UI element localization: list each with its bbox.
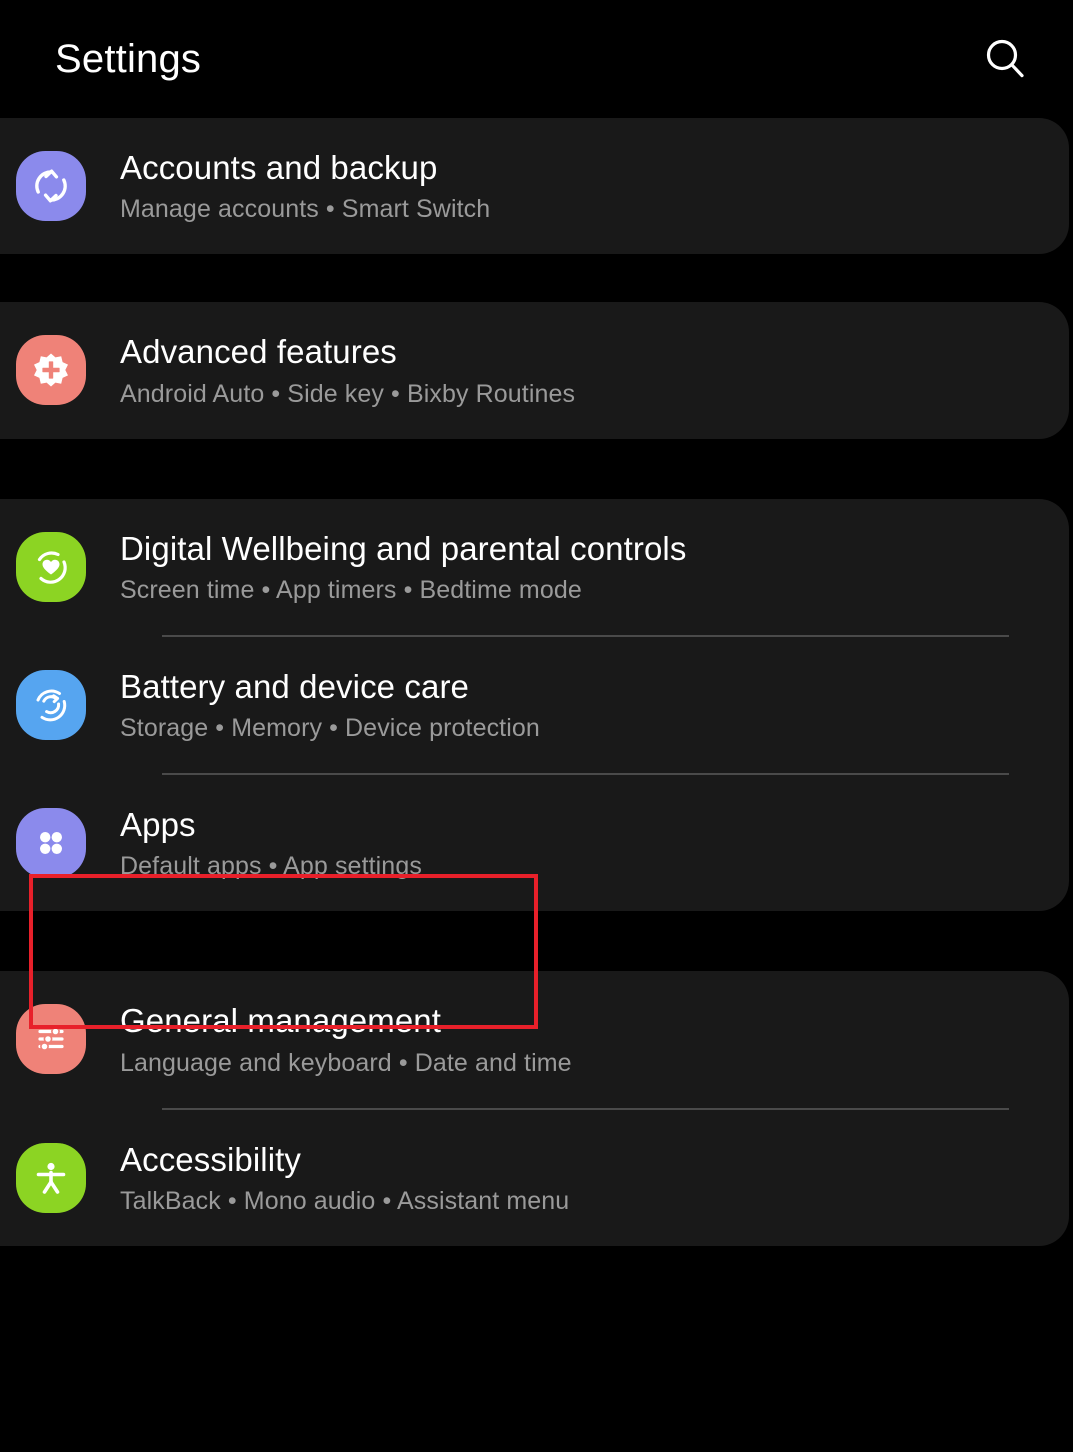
accessibility-person-icon	[16, 1142, 86, 1213]
row-icon-wrap	[16, 335, 86, 406]
row-icon-wrap	[16, 669, 86, 740]
settings-item-title: Battery and device care	[120, 667, 469, 705]
settings-item-title: Apps	[120, 806, 196, 843]
settings-item-title: Digital Wellbeing and parental controls	[120, 529, 687, 567]
settings-item-accounts-and-backup[interactable]: Accounts and backup Manage accounts • Sm…	[0, 118, 1069, 254]
row-icon-wrap	[16, 151, 86, 222]
settings-item-subtitle: Screen time • App timers • Bedtime mode	[120, 575, 582, 604]
row-icon-wrap	[16, 1142, 86, 1213]
app-bar: Settings	[0, 0, 1073, 118]
settings-card-device: Digital Wellbeing and parental controls …	[0, 498, 1069, 912]
row-icon-wrap	[16, 808, 86, 879]
device-care-icon	[16, 669, 86, 740]
settings-item-digital-wellbeing[interactable]: Digital Wellbeing and parental controls …	[0, 499, 1069, 635]
settings-item-advanced-features[interactable]: Advanced features Android Auto • Side ke…	[0, 302, 1069, 438]
row-icon-wrap	[16, 531, 86, 602]
settings-item-subtitle: Default apps • App settings	[120, 852, 422, 881]
settings-card-advanced: Advanced features Android Auto • Side ke…	[0, 302, 1069, 439]
settings-item-subtitle: Language and keyboard • Date and time	[120, 1048, 572, 1077]
settings-item-battery-and-device-care[interactable]: Battery and device care Storage • Memory…	[0, 637, 1069, 773]
sync-icon	[16, 151, 86, 222]
sliders-icon	[16, 1004, 86, 1075]
settings-item-apps[interactable]: Apps Default apps • App settings	[0, 775, 1069, 911]
row-text-wrap: Digital Wellbeing and parental controls …	[120, 529, 686, 605]
settings-item-title: Accessibility	[120, 1140, 302, 1178]
settings-item-title: General management	[120, 1002, 441, 1040]
page-title: Settings	[55, 36, 202, 81]
apps-grid-icon	[16, 808, 86, 879]
settings-item-title: Accounts and backup	[120, 149, 438, 186]
heart-ring-icon	[16, 531, 86, 602]
row-text-wrap: Accounts and backup Manage accounts • Sm…	[120, 148, 490, 224]
settings-item-title: Advanced features	[120, 333, 397, 371]
settings-item-accessibility[interactable]: Accessibility TalkBack • Mono audio • As…	[0, 1110, 1069, 1246]
settings-item-subtitle: TalkBack • Mono audio • Assistant menu	[120, 1186, 570, 1215]
settings-item-subtitle: Android Auto • Side key • Bixby Routines	[120, 379, 576, 408]
row-icon-wrap	[16, 1004, 86, 1075]
row-text-wrap: General management Language and keyboard…	[120, 1001, 572, 1077]
settings-item-subtitle: Storage • Memory • Device protection	[120, 714, 540, 742]
row-text-wrap: Advanced features Android Auto • Side ke…	[120, 332, 575, 408]
row-text-wrap: Accessibility TalkBack • Mono audio • As…	[120, 1140, 569, 1216]
settings-item-general-management[interactable]: General management Language and keyboard…	[0, 971, 1069, 1107]
search-icon	[986, 39, 1024, 78]
search-button[interactable]	[975, 28, 1037, 90]
settings-screen: Settings Accounts and backup Manage acco…	[0, 0, 1073, 1452]
settings-card-accounts: Accounts and backup Manage accounts • Sm…	[0, 118, 1069, 255]
settings-card-general: General management Language and keyboard…	[0, 971, 1069, 1246]
row-text-wrap: Apps Default apps • App settings	[120, 805, 422, 881]
gear-plus-icon	[16, 335, 86, 406]
row-text-wrap: Battery and device care Storage • Memory…	[120, 667, 540, 743]
settings-item-subtitle: Manage accounts • Smart Switch	[120, 195, 491, 224]
